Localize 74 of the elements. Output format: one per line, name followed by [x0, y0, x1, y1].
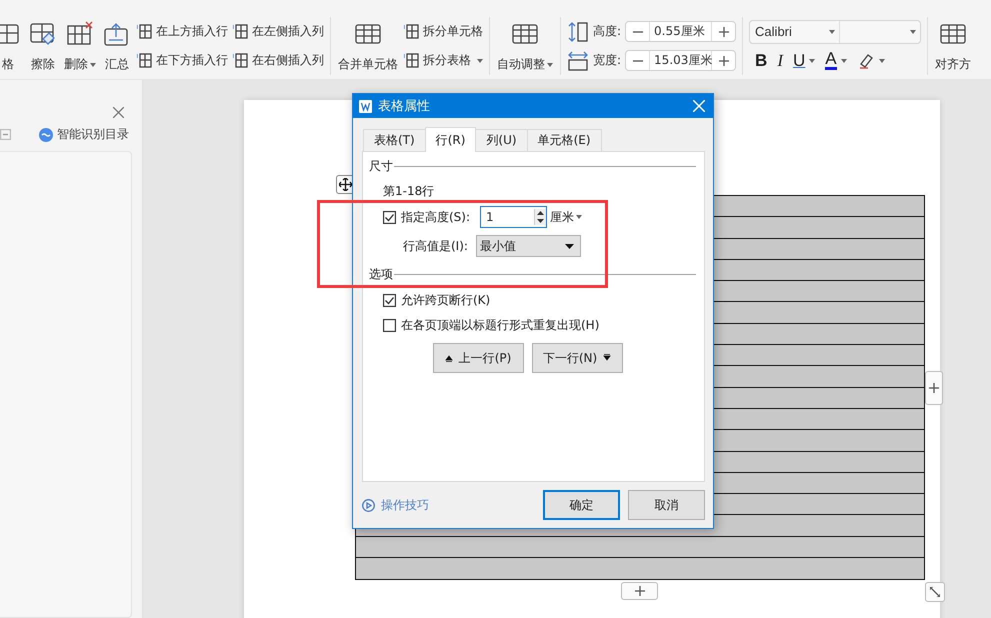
play-icon: [362, 498, 375, 512]
resize-icon: [930, 587, 940, 597]
dialog-button[interactable]: 取消: [628, 490, 705, 520]
close-icon: [113, 107, 124, 118]
option-checkbox[interactable]: 允许跨页断行(K): [383, 292, 696, 309]
ribbon-button[interactable]: 拆分单元格: [404, 20, 483, 42]
ribbon-button[interactable]: 自动调整: [496, 17, 554, 75]
dialog-title: 表格属性: [378, 98, 431, 115]
ribbon-button[interactable]: 在上方插入行: [137, 20, 228, 42]
toc-button[interactable]: 智能识别目录: [39, 126, 129, 143]
caret-icon: [829, 30, 836, 34]
plus-icon: [929, 383, 939, 393]
smart-icon: [39, 128, 53, 142]
table-icon: [404, 24, 419, 39]
ribbon-button[interactable]: 在右侧插入列: [233, 50, 324, 72]
app-logo-icon: [359, 100, 372, 112]
ribbon-button[interactable]: 在左侧插入列: [233, 20, 324, 42]
format-button[interactable]: A: [825, 51, 847, 70]
ribbon-button[interactable]: 擦除: [28, 17, 58, 75]
table-icon: [137, 24, 152, 39]
format-button[interactable]: U: [793, 50, 816, 70]
table-icon: [233, 53, 248, 68]
section-title: 尺寸: [369, 158, 393, 175]
height-input[interactable]: 1: [480, 206, 548, 228]
tab[interactable]: 表格(T): [363, 129, 426, 151]
step-up-icon: [444, 354, 453, 362]
height-checkbox[interactable]: 指定高度(S):: [383, 208, 470, 226]
nav-button[interactable]: 下一行(N): [532, 343, 622, 373]
ribbon-button[interactable]: 格: [0, 17, 23, 75]
add-row-button[interactable]: [621, 582, 658, 600]
ribbon-button[interactable]: 汇总: [102, 17, 132, 75]
plus-icon: [718, 56, 729, 66]
table-icon: [233, 24, 248, 39]
dialog-button[interactable]: 确定: [543, 490, 620, 520]
section-title: 选项: [369, 266, 393, 283]
format-button[interactable]: B: [755, 50, 768, 70]
ribbon-button[interactable]: 删除: [63, 17, 97, 75]
width-icon: [567, 50, 589, 72]
close-icon: [693, 100, 705, 112]
size-field[interactable]: 15.03厘米: [625, 50, 736, 71]
step-down-icon: [603, 354, 612, 362]
field-label: 宽度:: [593, 52, 622, 69]
ribbon-button[interactable]: 合并单元格: [337, 17, 399, 75]
table-icon: [137, 53, 152, 68]
ribbon-button[interactable]: 对齐方: [934, 17, 972, 75]
table-icon: [404, 53, 419, 68]
field-label: 行高值是(I):: [403, 238, 468, 254]
delete-table-icon: [66, 21, 94, 47]
resize-handle[interactable]: [925, 582, 945, 602]
move-icon: [339, 178, 352, 191]
collapse-icon: [0, 129, 11, 140]
add-column-button[interactable]: [925, 371, 943, 405]
rows-label: 第1-18行: [383, 183, 436, 200]
spin-down-icon: [535, 217, 546, 225]
caret-icon: [576, 215, 582, 219]
caret-icon: [910, 30, 916, 34]
nav-button[interactable]: 上一行(P): [432, 343, 524, 373]
plus-icon: [634, 586, 644, 596]
format-button[interactable]: I: [777, 50, 783, 70]
option-checkbox[interactable]: 在各页顶端以标题行形式重复出现(H): [383, 317, 696, 334]
ribbon-button[interactable]: 在下方插入行: [137, 50, 228, 72]
plus-icon: [718, 26, 729, 36]
eraser-icon: [29, 21, 57, 47]
height-icon: [567, 20, 589, 42]
unit-dropdown[interactable]: 厘米: [550, 208, 582, 226]
tab[interactable]: 单元格(E): [526, 129, 602, 151]
spin-up-icon: [535, 209, 546, 217]
size-field[interactable]: 0.55厘米: [625, 21, 736, 42]
tab[interactable]: 行(R): [424, 127, 476, 152]
ribbon-button[interactable]: 拆分表格: [404, 50, 483, 72]
tips-link[interactable]: 操作技巧: [362, 496, 535, 514]
caret-icon: [564, 244, 574, 248]
height-rule-dropdown[interactable]: 最小值: [476, 235, 581, 257]
field-label: 高度:: [593, 23, 622, 40]
